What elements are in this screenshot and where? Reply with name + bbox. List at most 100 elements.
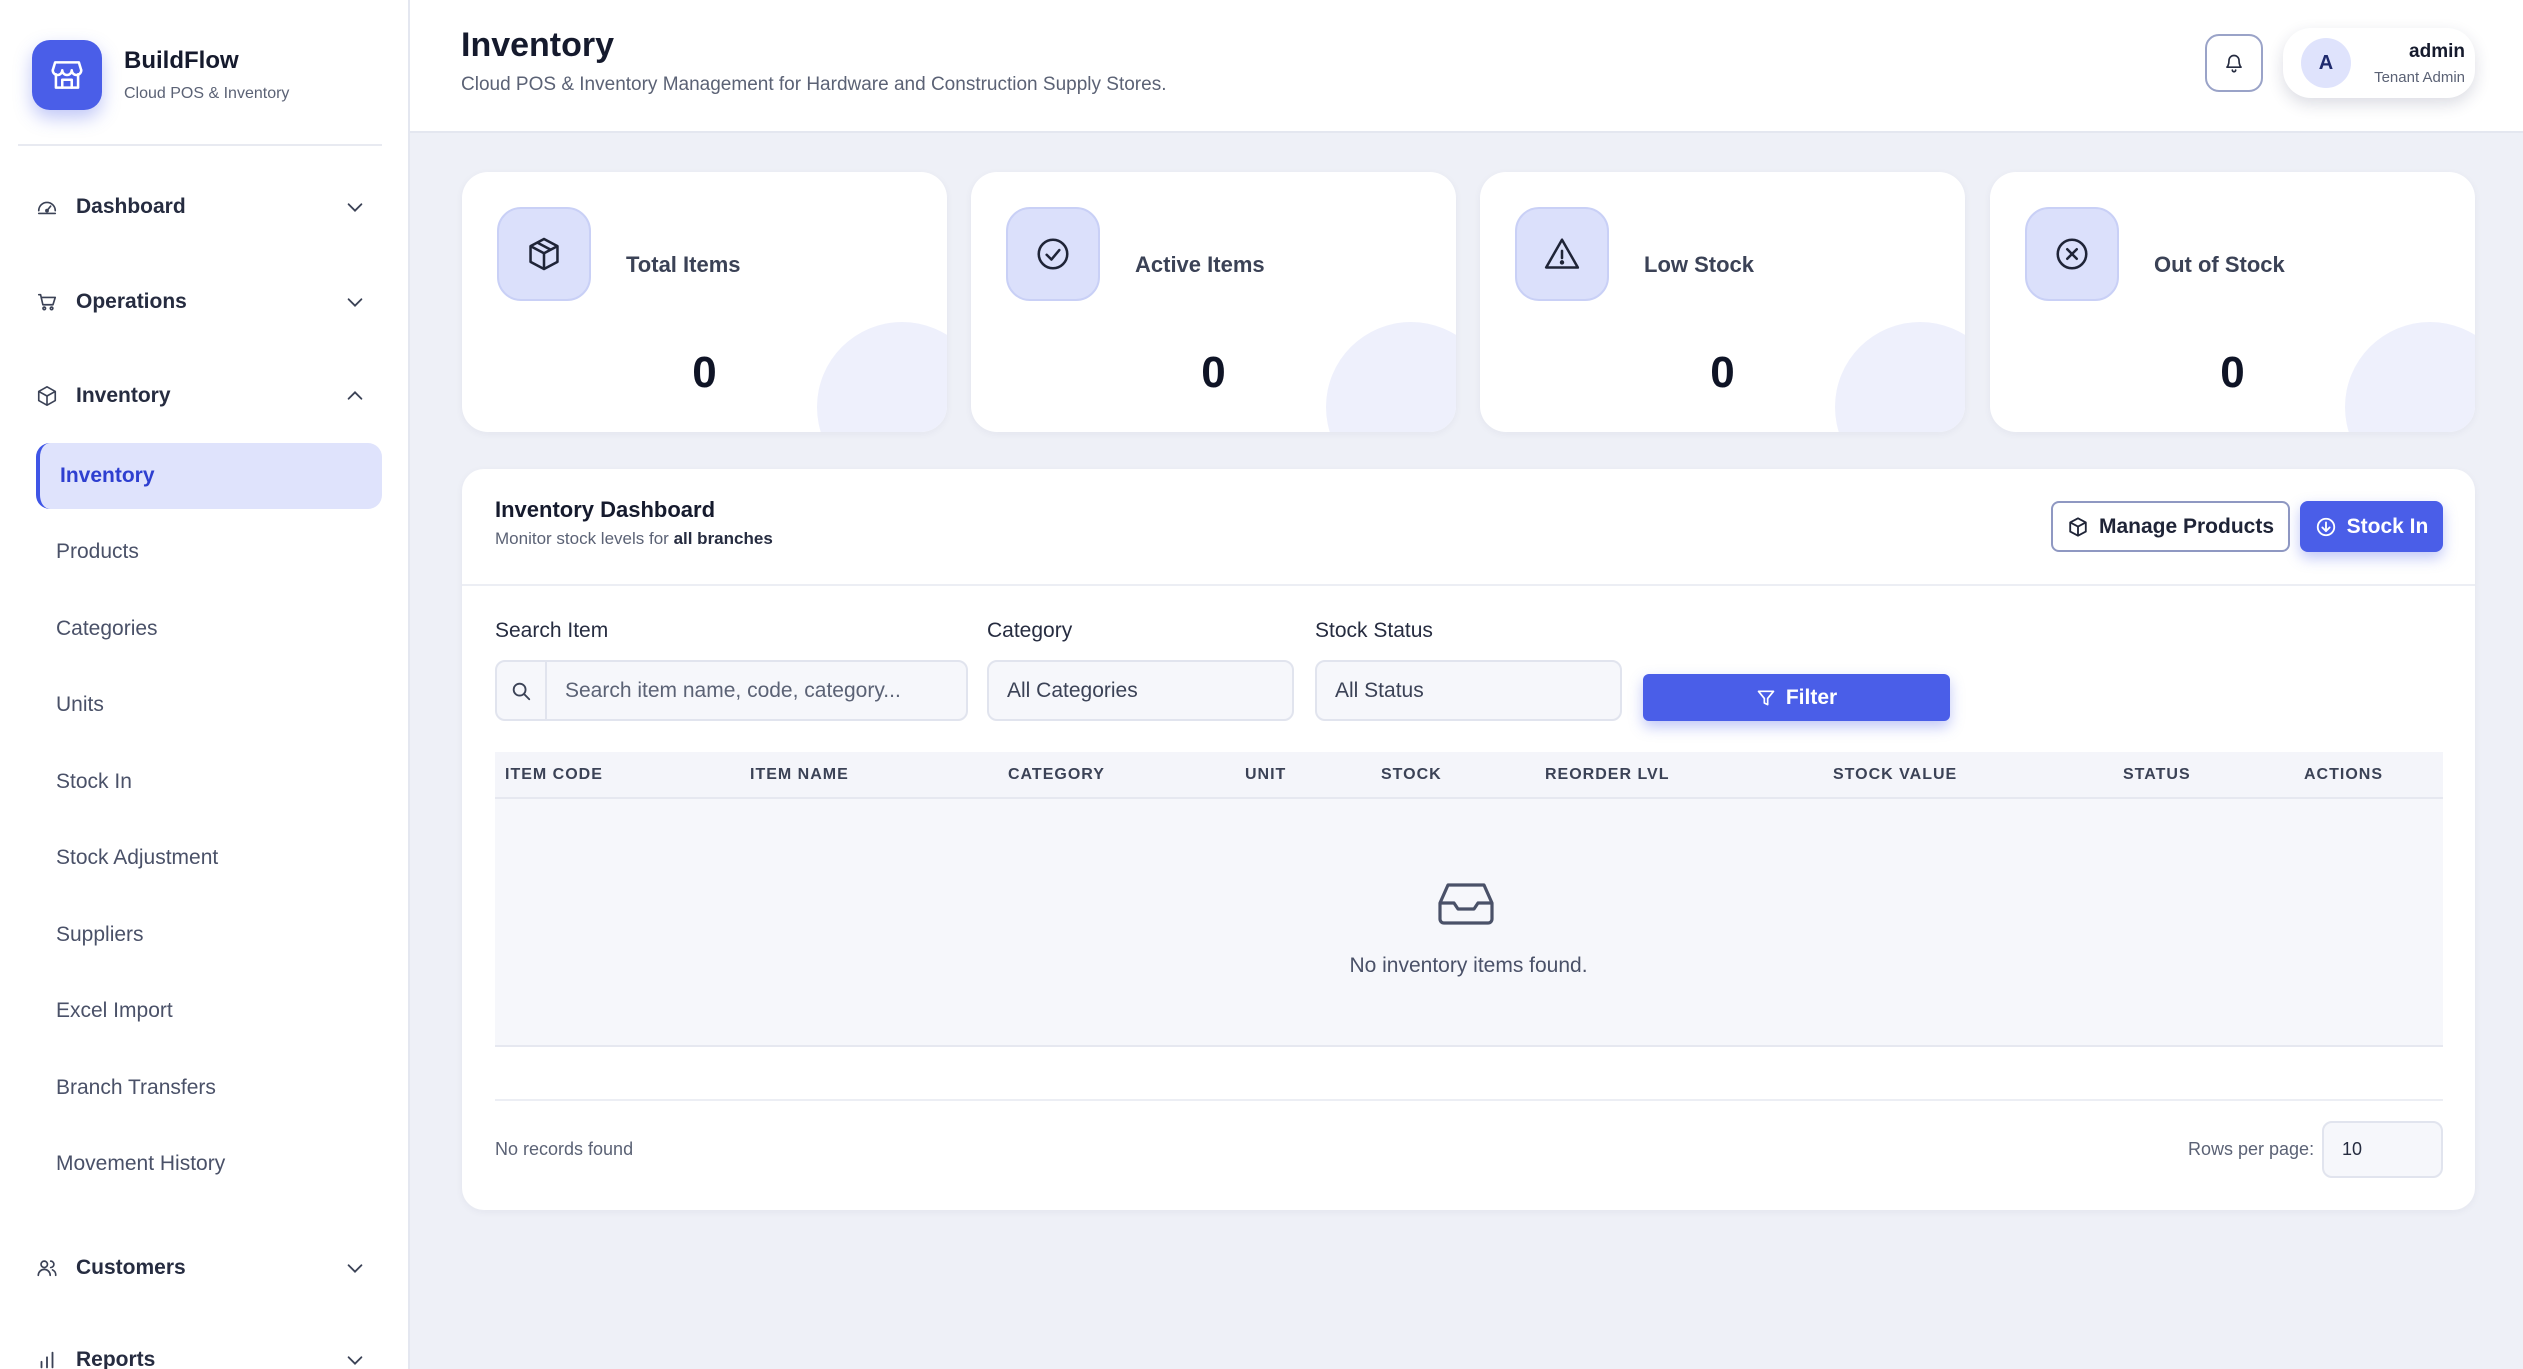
dashboard-icon (37, 201, 57, 215)
box-icon (2069, 516, 2087, 537)
sidebar-group-label: Reports (76, 1348, 156, 1369)
chevron-down-icon (347, 203, 363, 212)
chevron-down-icon (347, 298, 363, 307)
stat-value: 0 (692, 348, 717, 397)
sidebar-item-units[interactable]: Units (36, 672, 382, 738)
page-subtitle: Cloud POS & Inventory Management for Har… (461, 74, 1167, 95)
column-header-unit[interactable]: UNIT (1245, 766, 1286, 784)
column-header-status[interactable]: STATUS (2123, 766, 2191, 784)
brand-tagline: Cloud POS & Inventory (124, 85, 290, 102)
manage-products-button[interactable]: Manage Products (2051, 501, 2290, 552)
filter-button[interactable]: Filter (1643, 674, 1950, 721)
notifications-button[interactable] (2205, 34, 2263, 92)
column-header-actions: ACTIONS (2304, 766, 2383, 783)
search-label: Search Item (495, 619, 609, 642)
empty-state-message: No inventory items found. (1349, 954, 1588, 977)
sidebar-item-inventory[interactable]: Inventory (36, 443, 382, 509)
search-placeholder: Search item name, code, category... (565, 678, 901, 702)
sidebar-item-stock-adjustment[interactable]: Stock Adjustment (36, 825, 382, 891)
chevron-up-icon (347, 391, 363, 400)
sidebar-item-stock-in[interactable]: Stock In (36, 749, 382, 815)
column-header-stock[interactable]: STOCK (1381, 766, 1442, 784)
records-count: No records found (495, 1139, 634, 1159)
stat-label: Out of Stock (2154, 252, 2285, 277)
column-header-category[interactable]: CATEGORY (1008, 766, 1105, 784)
stock-status-select[interactable]: All Status (1315, 660, 1622, 721)
stat-card-low-stock: Low Stock 0 (1480, 172, 1965, 432)
divider (495, 1099, 2443, 1101)
bar-chart-icon (40, 1351, 54, 1369)
stat-card-out-of-stock: Out of Stock 0 (1990, 172, 2475, 432)
sidebar-group-inventory[interactable]: Inventory (36, 376, 366, 416)
download-circle-icon (2316, 517, 2335, 536)
panel-title: Inventory Dashboard (495, 497, 716, 522)
column-header-item-code[interactable]: ITEM CODE (505, 766, 603, 784)
user-menu[interactable]: A admin Tenant Admin (2283, 28, 2475, 98)
inbox-icon (1438, 883, 1494, 925)
store-icon (32, 40, 102, 110)
sidebar-group-customers[interactable]: Customers (36, 1248, 366, 1288)
box-icon (37, 386, 57, 406)
brand-name: BuildFlow (124, 47, 239, 74)
category-label: Category (987, 619, 1073, 642)
user-role: Tenant Admin (2374, 68, 2465, 86)
stock-in-button[interactable]: Stock In (2300, 501, 2443, 552)
bell-icon (2226, 54, 2242, 73)
stat-card-active-items: Active Items 0 (971, 172, 1456, 432)
user-name: admin (2409, 40, 2465, 62)
sidebar-item-excel-import[interactable]: Excel Import (36, 978, 382, 1044)
users-icon (37, 1260, 57, 1277)
warning-icon (1515, 207, 1609, 301)
filter-icon (1757, 690, 1775, 705)
stat-label: Active Items (1135, 252, 1265, 277)
table-header: ITEM CODE ITEM NAME CATEGORY UNIT STOCK … (495, 752, 2443, 799)
stock-status-label: Stock Status (1315, 619, 1433, 642)
panel-subtitle-prefix: Monitor stock levels for (495, 529, 674, 548)
sidebar-item-products[interactable]: Products (36, 519, 382, 585)
sidebar-item-categories[interactable]: Categories (36, 596, 382, 662)
branch-scope: all branches (673, 529, 773, 548)
sidebar-group-reports[interactable]: Reports (36, 1340, 366, 1369)
stat-label: Low Stock (1644, 252, 1755, 277)
panel-subtitle: Monitor stock levels for all branches (495, 529, 773, 549)
stat-label: Total Items (626, 252, 741, 277)
x-circle-icon (2025, 207, 2119, 301)
divider (462, 584, 2475, 586)
column-header-item-name[interactable]: ITEM NAME (750, 766, 849, 784)
stat-value: 0 (1710, 348, 1735, 397)
chevron-down-icon (347, 1264, 363, 1273)
sidebar-group-dashboard[interactable]: Dashboard (36, 187, 366, 227)
stat-card-total-items: Total Items 0 (462, 172, 947, 432)
sidebar-group-label: Operations (76, 290, 187, 313)
sidebar: BuildFlow Cloud POS & Inventory Dashboar… (0, 0, 410, 1369)
sidebar-group-label: Dashboard (76, 195, 186, 218)
rows-per-page-select[interactable]: 10 (2322, 1121, 2443, 1178)
cart-icon (37, 293, 57, 311)
chevron-down-icon (347, 1356, 363, 1365)
stat-value: 0 (1201, 348, 1226, 397)
manage-products-label: Manage Products (2098, 514, 2275, 538)
stock-in-label: Stock In (2346, 514, 2429, 538)
page-title: Inventory (461, 26, 615, 64)
sidebar-group-label: Customers (76, 1256, 186, 1279)
brand[interactable]: BuildFlow Cloud POS & Inventory (32, 40, 289, 110)
check-circle-icon (1006, 207, 1100, 301)
sidebar-group-label: Inventory (76, 384, 171, 407)
box-icon (497, 207, 591, 301)
search-icon (497, 662, 547, 719)
column-header-stock-value[interactable]: STOCK VALUE (1833, 766, 1957, 784)
avatar: A (2301, 38, 2351, 88)
rows-per-page-label: Rows per page: (2188, 1139, 2315, 1159)
sidebar-item-suppliers[interactable]: Suppliers (36, 902, 382, 968)
search-input[interactable]: Search item name, code, category... (495, 660, 968, 721)
table-body (495, 799, 2443, 1047)
stat-value: 0 (2220, 348, 2245, 397)
column-header-reorder-level[interactable]: REORDER LVL (1545, 766, 1669, 784)
category-select[interactable]: All Categories (987, 660, 1294, 721)
sidebar-item-branch-transfers[interactable]: Branch Transfers (36, 1055, 382, 1121)
sidebar-group-operations[interactable]: Operations (36, 282, 366, 322)
top-header: Inventory Cloud POS & Inventory Manageme… (410, 0, 2523, 133)
divider (18, 144, 382, 146)
sidebar-item-movement-history[interactable]: Movement History (36, 1131, 382, 1197)
filter-label: Filter (1785, 685, 1838, 709)
